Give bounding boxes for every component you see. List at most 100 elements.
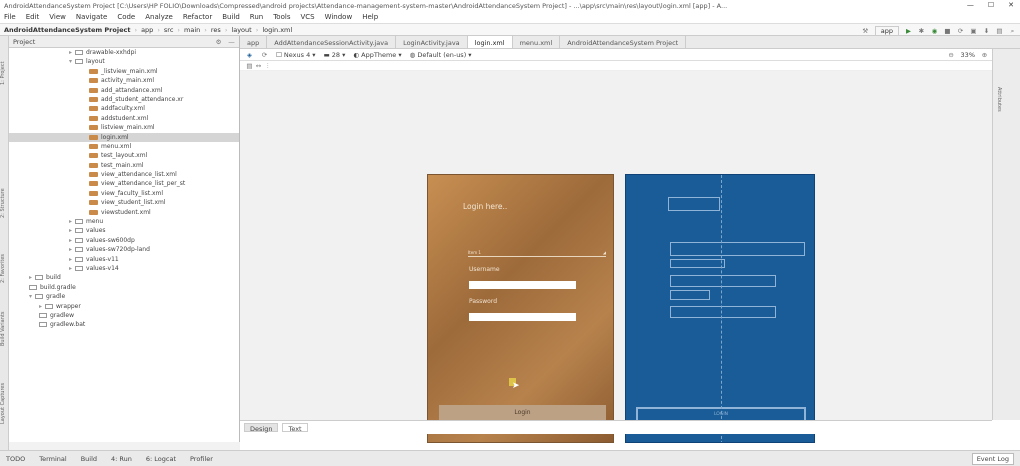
editor-tab[interactable]: app <box>240 36 268 48</box>
breadcrumb-item[interactable]: res <box>211 26 221 34</box>
tool-window-6-logcat[interactable]: 6: Logcat <box>146 455 176 463</box>
tree-file[interactable]: addfaculty.xml <box>9 104 239 113</box>
tree-folder[interactable]: ▸ drawable-xxhdpi <box>9 48 239 57</box>
tree-file[interactable]: view_attendance_list_per_st <box>9 179 239 188</box>
menu-item-window[interactable]: Window <box>325 13 353 21</box>
tab-text[interactable]: Text <box>282 423 308 433</box>
menu-item-navigate[interactable]: Navigate <box>76 13 107 21</box>
login-button[interactable]: Login <box>439 405 606 420</box>
design-canvas[interactable]: Login here.. Item 1 ◢ Username Password ➤… <box>240 71 992 443</box>
settings-gear-icon[interactable]: ⚙ <box>215 38 222 46</box>
breadcrumb-item[interactable]: main <box>184 26 200 34</box>
tree-folder[interactable]: ▸ values-v14 <box>9 264 239 273</box>
tree-file[interactable]: view_faculty_list.xml <box>9 189 239 198</box>
tool-window-build[interactable]: Build <box>81 455 97 463</box>
menu-item-view[interactable]: View <box>49 13 66 21</box>
tree-folder[interactable]: ▸ values-sw720dp-land <box>9 245 239 254</box>
device-dropdown[interactable]: ☐ Nexus 4 ▾ <box>276 51 316 59</box>
tree-file[interactable]: build.gradle <box>9 283 239 292</box>
locale-dropdown[interactable]: ◍ Default (en-us) ▾ <box>410 51 472 59</box>
tab-design[interactable]: Design <box>244 423 279 433</box>
menu-item-vcs[interactable]: VCS <box>300 13 314 21</box>
close-button[interactable]: ✕ <box>1008 1 1014 9</box>
tree-file[interactable]: _listview_main.xml <box>9 67 239 76</box>
maximize-button[interactable]: ☐ <box>988 1 994 9</box>
attributes-tab[interactable]: Attributes <box>993 69 1002 129</box>
menu-item-build[interactable]: Build <box>222 13 240 21</box>
api-dropdown[interactable]: ▬ 28 ▾ <box>324 51 346 59</box>
layout-icon[interactable]: ▤ <box>246 62 253 70</box>
expand-arrow-icon[interactable]: ▸ <box>69 227 72 234</box>
editor-tab[interactable]: LoginActivity.java <box>396 36 468 48</box>
tool-window-4-run[interactable]: 4: Run <box>111 455 132 463</box>
zoom-in-icon[interactable]: ⊕ <box>981 51 988 59</box>
menu-item-file[interactable]: File <box>4 13 16 21</box>
project-view-dropdown[interactable]: Project <box>13 38 35 46</box>
tree-file[interactable]: viewstudent.xml <box>9 208 239 217</box>
sync-icon[interactable]: ⟳ <box>957 27 964 35</box>
expand-arrow-icon[interactable]: ▸ <box>69 246 72 253</box>
expand-arrow-icon[interactable]: ▸ <box>39 303 42 310</box>
margin-icon[interactable]: ↔ <box>255 62 262 70</box>
breadcrumb-project[interactable]: AndroidAttendanceSystem Project <box>4 26 130 34</box>
blueprint-preview[interactable]: LOGIN <box>625 174 815 443</box>
expand-arrow-icon[interactable]: ▾ <box>29 293 32 300</box>
align-icon[interactable]: ⫶ <box>264 62 271 71</box>
phone-preview[interactable]: Login here.. Item 1 ◢ Username Password ➤… <box>427 174 614 443</box>
menu-item-edit[interactable]: Edit <box>26 13 40 21</box>
side-tab[interactable]: 2: Favorites <box>0 241 9 296</box>
search-icon[interactable]: ⌕ <box>1009 27 1016 36</box>
editor-tab[interactable]: login.xml <box>467 36 513 48</box>
tree-file[interactable]: listview_main.xml <box>9 123 239 132</box>
orientation-icon[interactable]: ⟳ <box>261 51 268 59</box>
expand-arrow-icon[interactable]: ▸ <box>69 49 72 56</box>
editor-tab[interactable]: menu.xml <box>513 36 561 48</box>
tree-folder[interactable]: ▸ build <box>9 273 239 282</box>
tree-file[interactable]: activity_main.xml <box>9 76 239 85</box>
minimize-button[interactable]: — <box>967 1 974 9</box>
tree-file[interactable]: add_attandance.xml <box>9 86 239 95</box>
tool-window-todo[interactable]: TODO <box>6 455 25 463</box>
side-tab[interactable]: 1: Project <box>0 46 9 101</box>
expand-arrow-icon[interactable]: ▸ <box>69 256 72 263</box>
hammer-icon[interactable]: ⚒ <box>862 27 869 35</box>
menu-item-run[interactable]: Run <box>250 13 263 21</box>
menu-item-tools[interactable]: Tools <box>273 13 290 21</box>
structure-icon[interactable]: ▤ <box>996 27 1003 35</box>
tree-file[interactable]: add_student_attendance.xr <box>9 95 239 104</box>
design-surface-icon[interactable]: ◈ <box>246 51 253 59</box>
tool-window-terminal[interactable]: Terminal <box>39 455 66 463</box>
expand-arrow-icon[interactable]: ▸ <box>69 218 72 225</box>
breadcrumb-item[interactable]: src <box>164 26 174 34</box>
tree-file[interactable]: addstudent.xml <box>9 114 239 123</box>
tree-file[interactable]: menu.xml <box>9 142 239 151</box>
run-config-dropdown[interactable]: app <box>874 26 899 35</box>
tree-folder[interactable]: ▾ layout <box>9 57 239 66</box>
tree-file[interactable]: view_attendance_list.xml <box>9 170 239 179</box>
tree-folder[interactable]: ▸ menu <box>9 217 239 226</box>
menu-item-code[interactable]: Code <box>117 13 135 21</box>
debug-icon[interactable]: ✱ <box>918 27 925 35</box>
expand-arrow-icon[interactable]: ▸ <box>29 274 32 281</box>
profile-icon[interactable]: ◉ <box>931 27 938 35</box>
avd-manager-icon[interactable]: ▣ <box>970 27 977 35</box>
tree-file[interactable]: view_student_list.xml <box>9 198 239 207</box>
tree-folder[interactable]: ▾ gradle <box>9 292 239 301</box>
tree-file[interactable]: login.xml <box>9 132 239 142</box>
breadcrumb-item[interactable]: login.xml <box>262 26 292 34</box>
tree-folder[interactable]: ▸ values <box>9 226 239 235</box>
tree-folder[interactable]: ▸ wrapper <box>9 302 239 311</box>
tree-file[interactable]: test_main.xml <box>9 161 239 170</box>
tree-folder[interactable]: ▸ values-v11 <box>9 255 239 264</box>
tool-window-profiler[interactable]: Profiler <box>190 455 213 463</box>
breadcrumb-item[interactable]: layout <box>231 26 251 34</box>
collapse-icon[interactable]: — <box>228 38 235 46</box>
expand-arrow-icon[interactable]: ▾ <box>69 58 72 65</box>
side-tab[interactable]: Build Variants <box>0 301 9 356</box>
username-input[interactable] <box>469 281 576 289</box>
side-tab[interactable]: Layout Captures <box>0 376 9 431</box>
menu-item-analyze[interactable]: Analyze <box>145 13 173 21</box>
side-tab[interactable]: 2: Structure <box>0 176 9 231</box>
expand-arrow-icon[interactable]: ▸ <box>69 265 72 272</box>
tree-file[interactable]: test_layout.xml <box>9 151 239 160</box>
